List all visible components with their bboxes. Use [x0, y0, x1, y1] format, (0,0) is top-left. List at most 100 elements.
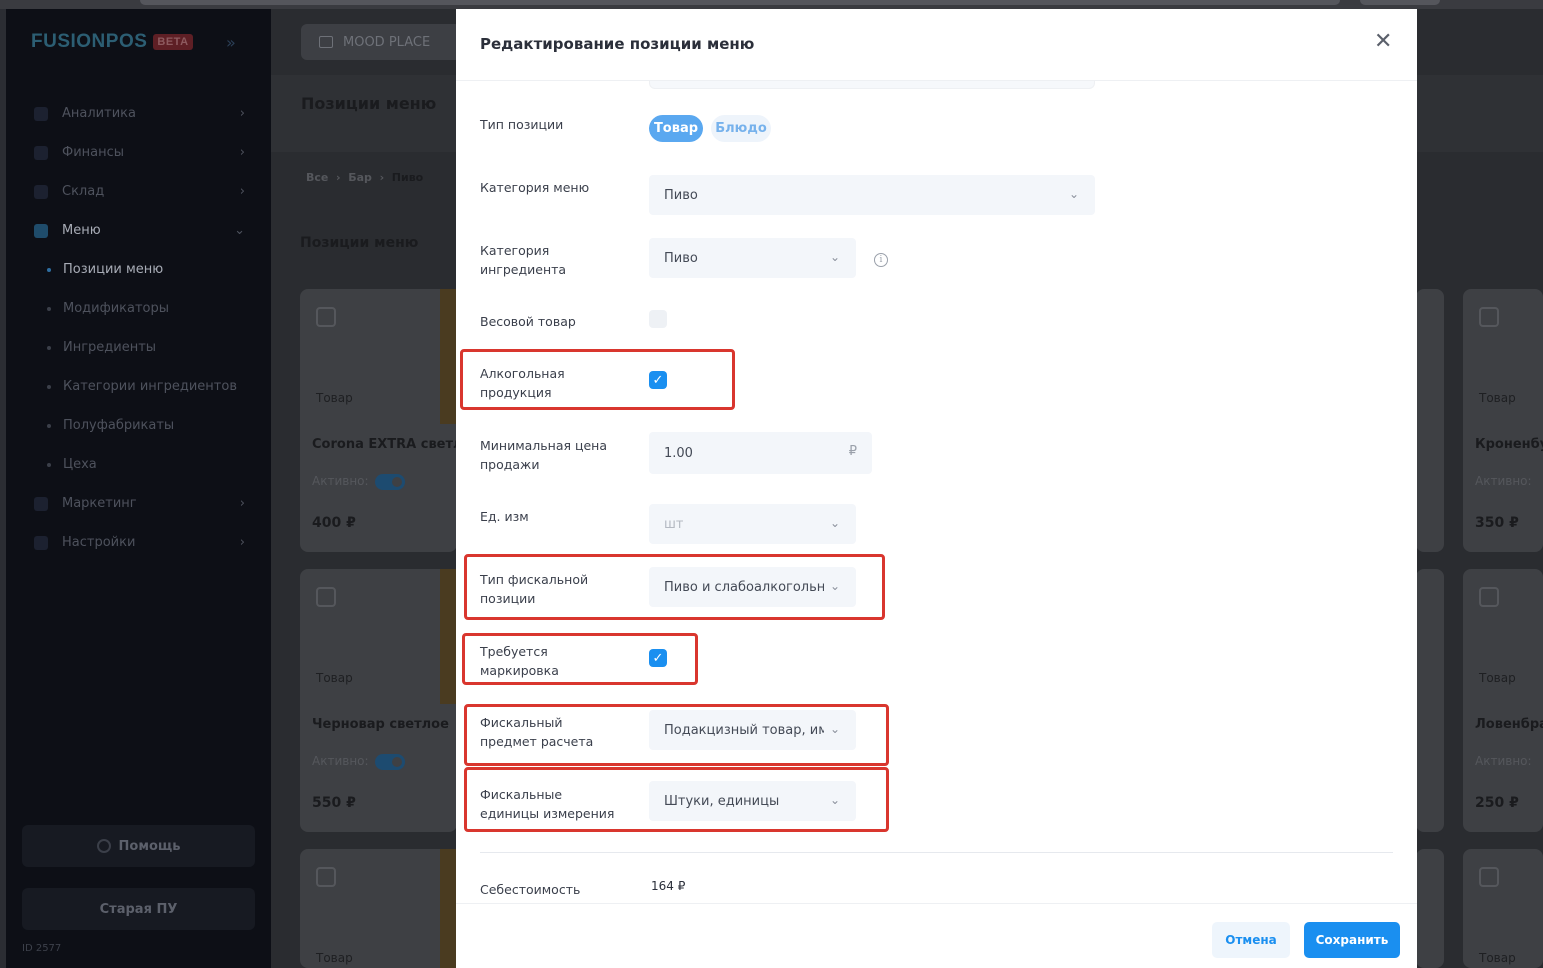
card-type-tag: Товар: [316, 951, 353, 965]
product-card[interactable]: Товар: [1463, 849, 1543, 968]
product-card[interactable]: Товар Corona EXTRA светлое Активно: 400 …: [300, 289, 480, 552]
chart-icon: [34, 106, 48, 121]
sidebar-item-settings[interactable]: Настройки ›: [6, 523, 271, 562]
card-name: Кроненбург: [1475, 437, 1543, 452]
product-image: [440, 569, 457, 704]
product-card[interactable]: [1416, 569, 1444, 832]
sidebar-subitem-workshops[interactable]: Цеха: [6, 445, 271, 484]
account-id: ID 2577: [22, 943, 62, 954]
book-icon: [34, 223, 48, 238]
min-price-label: Минимальная цена продажи: [480, 438, 608, 472]
weighted-goods-checkbox[interactable]: [649, 310, 667, 328]
chevron-down-icon: ⌄: [234, 223, 245, 238]
sidebar-item-analytics[interactable]: Аналитика ›: [6, 94, 271, 133]
save-button[interactable]: Сохранить: [1304, 922, 1400, 958]
browser-tab[interactable]: [140, 0, 1340, 5]
place-selector[interactable]: MOOD PLACE: [301, 24, 461, 60]
card-checkbox[interactable]: [316, 587, 336, 607]
info-icon[interactable]: i: [874, 253, 888, 267]
collapse-sidebar-icon[interactable]: »: [226, 33, 236, 52]
highlight-box-fiscal-units: [464, 767, 889, 832]
card-active-label: Активно:: [312, 474, 369, 488]
chevron-down-icon: ⌄: [829, 516, 840, 530]
card-active-toggle[interactable]: [375, 474, 405, 490]
card-type-tag: Товар: [316, 391, 353, 405]
menu-category-select[interactable]: Пиво ⌄: [649, 175, 1095, 215]
sidebar-item-marketing[interactable]: Маркетинг ›: [6, 484, 271, 523]
unit-select[interactable]: шт ⌄: [649, 504, 856, 544]
card-active-label: Активно:: [1475, 754, 1532, 768]
card-checkbox[interactable]: [316, 307, 336, 327]
product-card[interactable]: [1416, 289, 1444, 552]
modal-title: Редактирование позиции меню: [480, 35, 755, 53]
sidebar-item-finance[interactable]: Финансы ›: [6, 133, 271, 172]
weighted-goods-label: Весовой товар: [480, 314, 576, 329]
sidebar-subitem-menu-positions[interactable]: Позиции меню: [6, 250, 271, 289]
modal-footer: Отмена Сохранить: [456, 903, 1417, 968]
chevron-right-icon: ›: [239, 535, 245, 550]
breadcrumb-item[interactable]: Бар: [348, 171, 372, 184]
card-active-label: Активно:: [312, 754, 369, 768]
cost-value: 164 ₽: [651, 879, 686, 893]
sidebar-subitem-modifiers[interactable]: Модификаторы: [6, 289, 271, 328]
network-icon: [319, 36, 333, 48]
ingredient-category-select[interactable]: Пиво ⌄: [649, 238, 856, 278]
card-price: 250 ₽: [1475, 795, 1519, 811]
browser-strip: [0, 0, 1543, 9]
chevron-down-icon: ⌄: [829, 250, 840, 264]
product-card[interactable]: Товар Кроненбург Активно: 350 ₽: [1463, 289, 1543, 552]
chevron-right-icon: ›: [239, 496, 245, 511]
product-card[interactable]: Товар: [300, 849, 457, 968]
sidebar-nav: Аналитика › Финансы › Склад › Меню ⌄ Позиции…: [6, 94, 271, 562]
close-icon[interactable]: ✕: [1374, 31, 1392, 53]
old-panel-button[interactable]: Старая ПУ: [22, 888, 255, 930]
cost-label: Себестоимость: [480, 882, 581, 897]
box-icon: [34, 184, 48, 199]
product-image: [440, 849, 457, 968]
unit-label: Ед. изм: [480, 509, 529, 524]
card-checkbox[interactable]: [316, 867, 336, 887]
highlight-box-fiscal-subject: [464, 704, 889, 766]
card-type-tag: Товар: [316, 671, 353, 685]
product-card[interactable]: Товар Черновар светлое Активно: 550 ₽: [300, 569, 457, 832]
card-checkbox[interactable]: [1479, 587, 1499, 607]
highlight-box-alcohol: [460, 349, 735, 410]
browser-tab-secondary[interactable]: [1360, 0, 1440, 5]
card-type-tag: Товар: [1479, 671, 1516, 685]
sidebar: FUSIONPOS BETA » Аналитика › Финансы › Скла…: [6, 9, 271, 968]
menu-category-label: Категория меню: [480, 180, 590, 195]
cancel-button[interactable]: Отмена: [1212, 922, 1290, 958]
previous-field-edge: [649, 81, 1095, 89]
card-checkbox[interactable]: [1479, 307, 1499, 327]
divider: [480, 852, 1393, 853]
product-card[interactable]: [1416, 849, 1444, 968]
card-type-tag: Товар: [1479, 391, 1516, 405]
chevron-right-icon: ›: [239, 145, 245, 160]
min-price-input[interactable]: 1.00 ₽: [649, 432, 872, 474]
sidebar-subitem-ingredient-categories[interactable]: Категории ингредиентов: [6, 367, 271, 406]
logo: FUSIONPOS BETA: [31, 31, 193, 53]
product-image: [440, 289, 457, 424]
sidebar-item-menu[interactable]: Меню ⌄: [6, 211, 271, 250]
modal-header: Редактирование позиции меню ✕: [456, 9, 1417, 81]
breadcrumb: Все › Бар › Пиво: [306, 171, 424, 184]
card-active-toggle[interactable]: [375, 754, 405, 770]
chevron-right-icon: ›: [239, 106, 245, 121]
sidebar-item-warehouse[interactable]: Склад ›: [6, 172, 271, 211]
breadcrumb-item[interactable]: Все: [306, 171, 328, 184]
help-button[interactable]: Помощь: [22, 825, 255, 867]
position-type-option-dish[interactable]: Блюдо: [711, 115, 771, 142]
product-card[interactable]: Товар Ловенбрау Активно: 250 ₽: [1463, 569, 1543, 832]
chevron-down-icon: ⌄: [1068, 187, 1079, 201]
ingredient-category-label: Категория ингредиента: [480, 243, 567, 277]
currency-symbol: ₽: [848, 444, 857, 459]
card-checkbox[interactable]: [1479, 867, 1499, 887]
page-title: Позиции меню: [301, 94, 437, 113]
highlight-box-marking: [462, 633, 698, 685]
sidebar-subitem-ingredients[interactable]: Ингредиенты: [6, 328, 271, 367]
card-price: 550 ₽: [312, 795, 356, 811]
chevron-right-icon: ›: [239, 184, 245, 199]
card-type-tag: Товар: [1479, 951, 1516, 965]
sidebar-subitem-semifinished[interactable]: Полуфабрикаты: [6, 406, 271, 445]
position-type-option-goods[interactable]: Товар: [649, 115, 703, 142]
